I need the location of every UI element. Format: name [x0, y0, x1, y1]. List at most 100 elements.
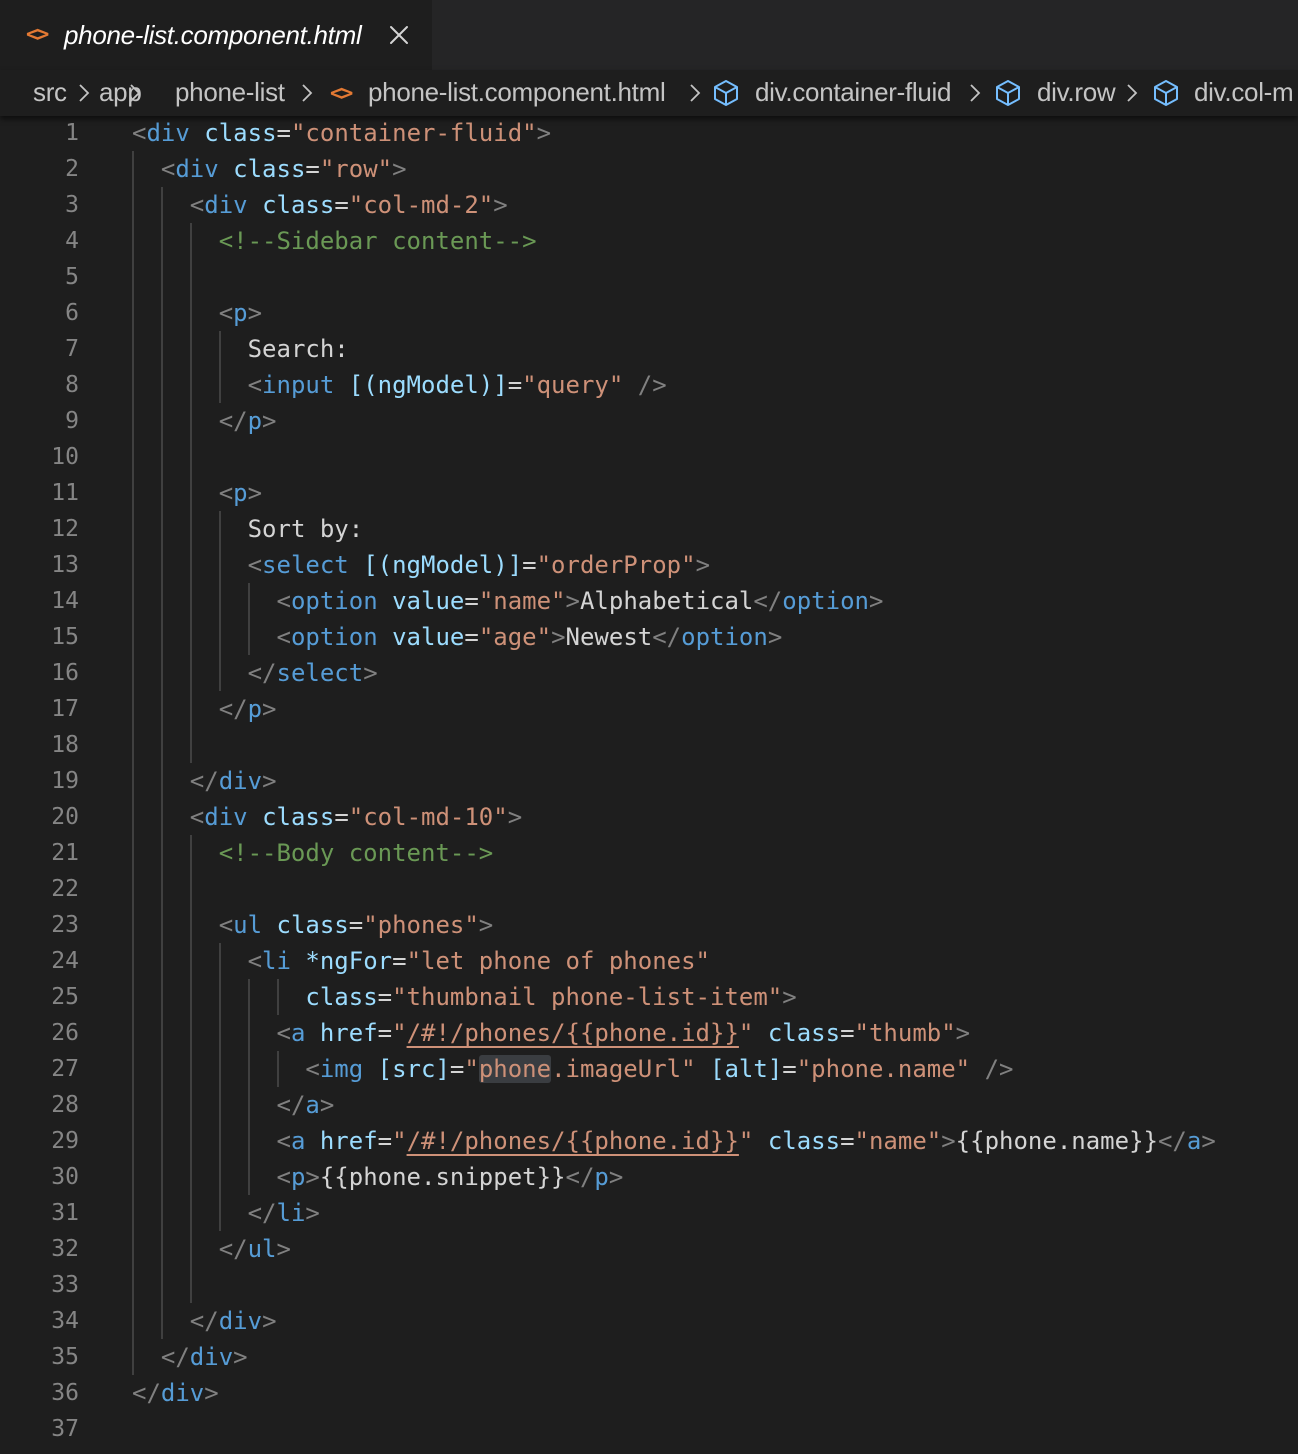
tab-phone-list-component-html[interactable]: <> phone-list.component.html [0, 0, 432, 70]
breadcrumb-item[interactable]: src [33, 77, 67, 108]
breadcrumb-item[interactable]: phone-list.component.html [368, 77, 666, 108]
code-line[interactable]: 30 <p>{{phone.snippet}}</p> [0, 1160, 1298, 1196]
code-line[interactable]: 19 </div> [0, 764, 1298, 800]
code-line[interactable]: 37 [0, 1412, 1298, 1448]
breadcrumb-item[interactable]: div.col-m [1194, 77, 1294, 108]
text-content: Search: [247, 335, 349, 363]
code-line[interactable]: 35 </div> [0, 1340, 1298, 1376]
code-line[interactable]: 12 Sort by: [0, 512, 1298, 548]
tag-name: div [218, 767, 263, 795]
attribute-name: [alt] [710, 1055, 783, 1083]
attribute-value: " [738, 1127, 754, 1155]
code-line[interactable]: 33 [0, 1268, 1298, 1304]
comment: <!--Sidebar content--> [218, 227, 537, 255]
code-line[interactable]: 23 <ul class="phones"> [0, 908, 1298, 944]
code-line[interactable]: 17 </p> [0, 692, 1298, 728]
punctuation: </ [247, 659, 277, 687]
punctuation: > [955, 1019, 971, 1047]
line-number: 23 [51, 912, 79, 938]
code-line[interactable]: 5 [0, 260, 1298, 296]
punctuation: < [276, 1127, 291, 1155]
breadcrumb-item[interactable]: div.container-fluid [755, 77, 951, 108]
breadcrumb: src app phone-list <> phone-list.component.h… [0, 70, 1298, 116]
punctuation: < [218, 911, 234, 939]
tag-name: div [146, 119, 190, 147]
punctuation: </ [565, 1163, 595, 1191]
tag-name: p [594, 1163, 609, 1191]
code-editor[interactable]: 1 <div class="container-fluid"> 2 <div clas… [0, 116, 1298, 1454]
tag-name: li [262, 947, 291, 975]
code-line[interactable]: 31 </li> [0, 1196, 1298, 1232]
code-line[interactable]: 15 <option value="age">Newest</option> [0, 620, 1298, 656]
code-text: <ul class="phones"> [219, 908, 494, 942]
text-content: = [348, 911, 364, 939]
code-line[interactable]: 25 class="thumbnail phone-list-item"> [0, 980, 1298, 1016]
indent-guide [277, 979, 279, 1015]
text-content [970, 1055, 984, 1083]
line-number: 26 [51, 1020, 79, 1046]
code-line[interactable]: 6 <p> [0, 296, 1298, 332]
line-number: 27 [51, 1056, 79, 1082]
line-number: 5 [65, 264, 79, 290]
breadcrumb-item[interactable]: phone-list [175, 77, 285, 108]
attribute-value: "phones" [363, 911, 479, 939]
code-line[interactable]: 34 </div> [0, 1304, 1298, 1340]
code-line[interactable]: 26 <a href="/#!/phones/{{phone.id}}" clas… [0, 1016, 1298, 1052]
code-line[interactable]: 9 </p> [0, 404, 1298, 440]
attribute-value: "col-md-10" [348, 803, 508, 831]
code-line[interactable]: 32 </ul> [0, 1232, 1298, 1268]
code-text: <img [src]="phone.imageUrl" [alt]="phone… [305, 1052, 1013, 1086]
tag-name: p [233, 299, 248, 327]
punctuation: < [247, 551, 263, 579]
chevron-right-icon [130, 84, 141, 102]
code-line[interactable]: 7 Search: [0, 332, 1298, 368]
code-text: <p> [219, 296, 262, 330]
tag-name: div [218, 1307, 263, 1335]
code-line[interactable]: 4 <!--Sidebar content--> [0, 224, 1298, 260]
line-number: 33 [51, 1272, 79, 1298]
code-line[interactable]: 8 <input [(ngModel)]="query" /> [0, 368, 1298, 404]
tag-name: div [175, 155, 219, 183]
punctuation: > [276, 1235, 291, 1263]
line-number: 28 [51, 1092, 79, 1118]
code-line[interactable]: 18 [0, 728, 1298, 764]
tag-name: a [290, 1019, 306, 1047]
code-line[interactable]: 10 [0, 440, 1298, 476]
punctuation: < [160, 155, 176, 183]
tag-name: option [681, 623, 768, 651]
breadcrumb-item[interactable]: div.row [1037, 77, 1116, 108]
code-line[interactable]: 22 [0, 872, 1298, 908]
punctuation: > [536, 119, 552, 147]
code-line[interactable]: 1 <div class="container-fluid"> [0, 116, 1298, 152]
code-line[interactable]: 13 <select [(ngModel)]="orderProp"> [0, 548, 1298, 584]
text-content: = [377, 983, 393, 1011]
code-line[interactable]: 3 <div class="col-md-2"> [0, 188, 1298, 224]
tag-name: option [290, 623, 378, 651]
code-line[interactable]: 24 <li *ngFor="let phone of phones" [0, 944, 1298, 980]
code-line[interactable]: 11 <p> [0, 476, 1298, 512]
code-line[interactable]: 14 <option value="name">Alphabetical</opt… [0, 584, 1298, 620]
code-line[interactable]: 21 <!--Body content--> [0, 836, 1298, 872]
code-line[interactable]: 29 <a href="/#!/phones/{{phone.id}}" clas… [0, 1124, 1298, 1160]
line-number: 32 [51, 1236, 79, 1262]
text-content [248, 191, 262, 219]
punctuation: > [262, 767, 277, 795]
tag-name: img [319, 1055, 364, 1083]
punctuation: < [218, 299, 234, 327]
code-line[interactable]: 27 <img [src]="phone.imageUrl" [alt]="pho… [0, 1052, 1298, 1088]
code-line[interactable]: 20 <div class="col-md-10"> [0, 800, 1298, 836]
code-line[interactable]: 16 </select> [0, 656, 1298, 692]
code-text: <option value="name">Alphabetical</optio… [277, 584, 884, 618]
attribute-name: [(ngModel)] [363, 551, 523, 579]
line-number: 20 [51, 804, 79, 830]
editor-window: <> phone-list.component.html src app phone… [0, 0, 1298, 1454]
code-line[interactable]: 36 </div> [0, 1376, 1298, 1412]
attribute-name: value [392, 587, 465, 615]
close-icon[interactable] [388, 24, 410, 46]
text-content: = [305, 155, 320, 183]
text-content: = [840, 1127, 855, 1155]
indent-guide [219, 511, 221, 691]
code-line[interactable]: 2 <div class="row"> [0, 152, 1298, 188]
code-line[interactable]: 28 </a> [0, 1088, 1298, 1124]
code-text: </div> [132, 1376, 219, 1410]
